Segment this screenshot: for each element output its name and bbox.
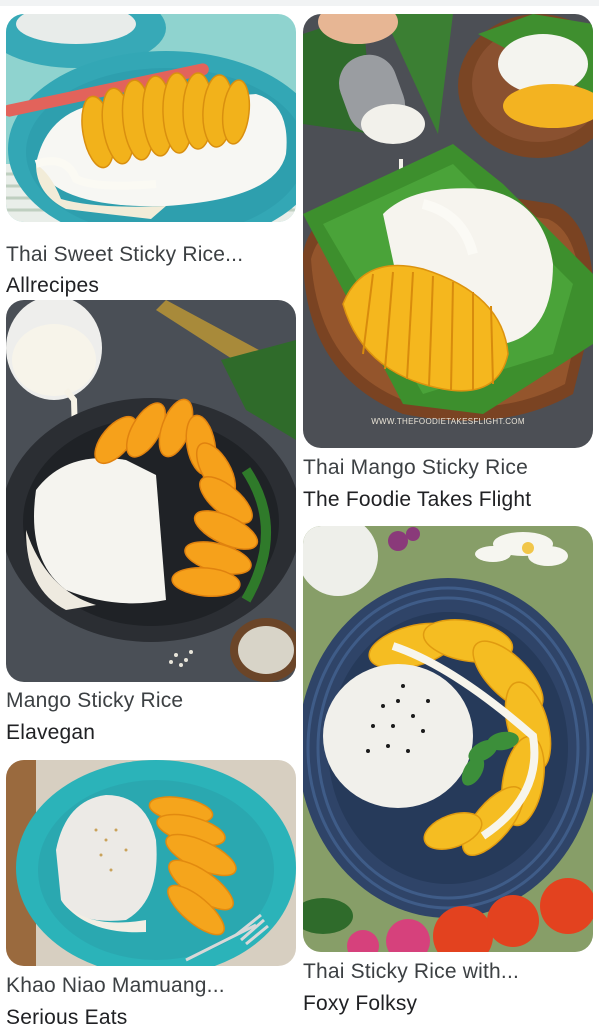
top-divider: [0, 0, 599, 6]
result-thumbnail[interactable]: WWW.THEFOODIETAKESFLIGHT.COM: [303, 14, 593, 448]
result-title[interactable]: Khao Niao Mamuang...: [6, 973, 225, 999]
result-thumbnail[interactable]: [6, 14, 296, 222]
watermark-text: WWW.THEFOODIETAKESFLIGHT.COM: [371, 417, 525, 426]
result-thumbnail[interactable]: [6, 760, 296, 966]
result-title[interactable]: Mango Sticky Rice: [6, 688, 183, 714]
result-source[interactable]: Elavegan: [6, 720, 95, 746]
image-results-grid: Thai Sweet Sticky Rice... Allrecipes Man…: [0, 0, 599, 1024]
mango-sticky-rice-blue-plate-image: [303, 526, 593, 952]
result-title[interactable]: Thai Sticky Rice with...: [303, 959, 519, 985]
result-thumbnail[interactable]: [303, 526, 593, 952]
mango-sticky-rice-teal-plate-image: [6, 14, 296, 222]
result-title[interactable]: Thai Sweet Sticky Rice...: [6, 242, 243, 268]
result-thumbnail[interactable]: [6, 300, 296, 682]
result-source[interactable]: Foxy Folksy: [303, 991, 417, 1017]
mango-sticky-rice-turquoise-plate-image: [6, 760, 296, 966]
result-title[interactable]: Thai Mango Sticky Rice: [303, 455, 528, 481]
mango-sticky-rice-wooden-plate-image: WWW.THEFOODIETAKESFLIGHT.COM: [303, 14, 593, 448]
mango-sticky-rice-dark-bowl-image: [6, 300, 296, 682]
result-source[interactable]: The Foodie Takes Flight: [303, 487, 531, 513]
result-source[interactable]: Allrecipes: [6, 273, 99, 299]
result-source[interactable]: Serious Eats: [6, 1005, 127, 1024]
